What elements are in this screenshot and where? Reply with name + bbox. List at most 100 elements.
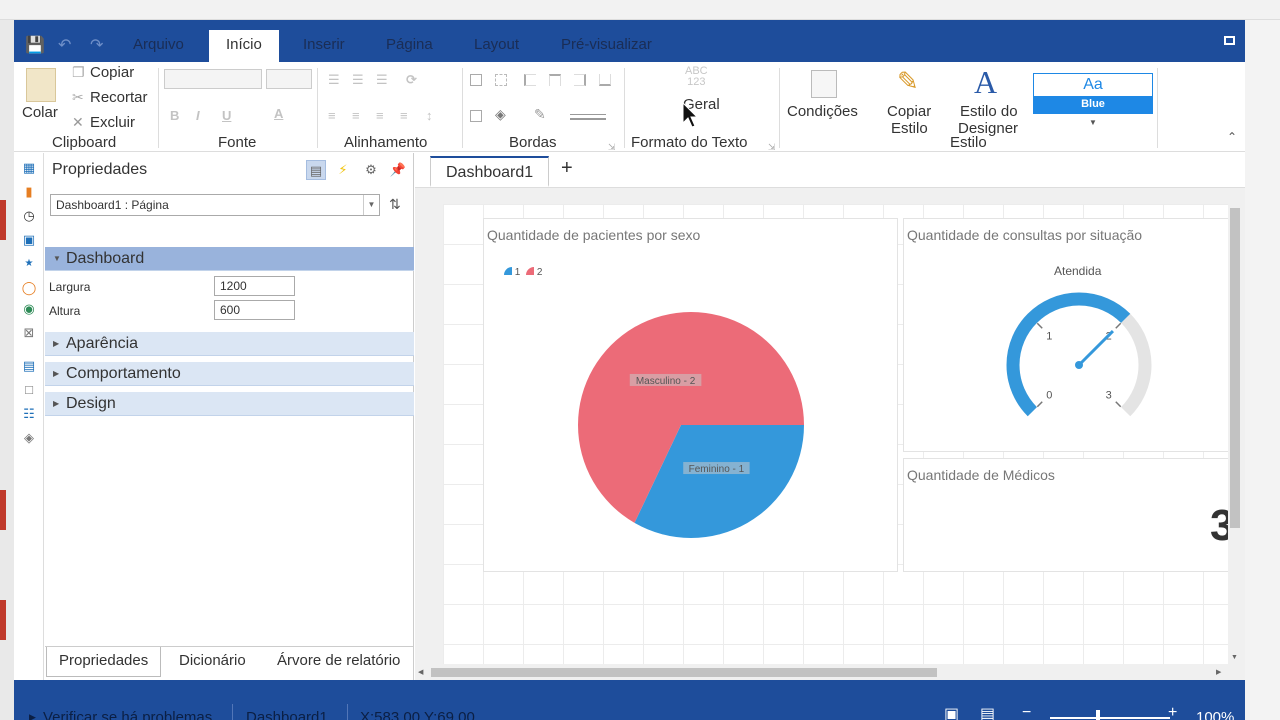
indicator-icon[interactable]: ★ — [21, 256, 37, 272]
tab-dicionario[interactable]: Dicionário — [167, 647, 258, 677]
align-left-icon[interactable]: ≡ — [328, 108, 336, 123]
font-size-select[interactable] — [266, 69, 312, 89]
copy-style-button[interactable]: Copiar — [887, 103, 931, 120]
redo-icon[interactable]: ↷ — [90, 35, 103, 55]
panel-icon[interactable]: □ — [21, 382, 37, 398]
sort-az-icon[interactable]: ⇅ — [389, 196, 401, 213]
cut-button[interactable]: Recortar — [90, 89, 148, 106]
properties-view-icon[interactable]: ▤ — [306, 160, 326, 180]
scroll-right-icon[interactable]: ▶ — [1216, 668, 1221, 676]
border-settings-icon[interactable] — [470, 110, 482, 122]
font-color-icon[interactable]: A — [274, 106, 283, 121]
check-issues-button[interactable]: Verificar se há problemas — [43, 709, 212, 720]
border-color-icon[interactable]: ✎ — [534, 106, 546, 123]
save-icon[interactable]: 💾 — [25, 35, 45, 55]
fit-page-icon[interactable]: ▣ — [944, 704, 959, 720]
settings-gear-icon[interactable]: ⚙ — [361, 160, 381, 180]
tab-arvore-relatorio[interactable]: Árvore de relatório — [265, 647, 412, 677]
delete-button[interactable]: Excluir — [90, 114, 135, 131]
style-gallery-dropdown-icon[interactable]: ▼ — [1089, 118, 1097, 127]
tab-inserir[interactable]: Inserir — [286, 30, 362, 62]
height-field[interactable]: 600 — [214, 300, 295, 320]
border-all-icon[interactable] — [470, 74, 482, 86]
border-left-icon[interactable] — [524, 74, 536, 86]
table-icon[interactable]: ▦ — [21, 160, 37, 176]
justify-icon[interactable]: ≡ — [400, 108, 408, 123]
gauge-icon[interactable]: ◷ — [21, 208, 37, 224]
dashboard-page[interactable]: Quantidade de pacientes por sexo 1 2 Fem… — [443, 204, 1233, 664]
zoom-slider-handle[interactable] — [1096, 710, 1100, 720]
bold-icon[interactable]: B — [170, 108, 179, 123]
align-bottom-icon[interactable]: ☰ — [376, 72, 388, 88]
fit-width-icon[interactable]: ▤ — [980, 704, 995, 720]
pivot-icon[interactable]: ▣ — [21, 232, 37, 248]
border-style-icon[interactable] — [570, 114, 606, 120]
rotate-icon[interactable]: ⟳ — [406, 72, 417, 88]
conditions-button[interactable]: Condições — [787, 103, 858, 120]
collapse-ribbon-icon[interactable]: ⌃ — [1227, 130, 1237, 144]
caret-right-icon: ▶ — [53, 339, 60, 348]
border-none-icon[interactable] — [495, 74, 507, 86]
section-design[interactable]: ▶ Design — [45, 392, 414, 416]
doctors-count-panel[interactable]: Quantidade de Médicos 3 — [903, 458, 1233, 572]
border-bottom-icon[interactable] — [599, 74, 611, 86]
vertical-scroll-thumb[interactable] — [1230, 208, 1240, 528]
component-selector[interactable]: Dashboard1 : Página ▼ — [50, 194, 380, 216]
gauge-panel[interactable]: Quantidade de consultas por situação Ate… — [903, 218, 1233, 452]
zoom-slider-track[interactable] — [1050, 717, 1170, 719]
section-comportamento[interactable]: ▶ Comportamento — [45, 362, 414, 386]
style-preview-tile[interactable]: Aa Blue — [1033, 73, 1153, 114]
section-aparencia[interactable]: ▶ Aparência — [45, 332, 414, 356]
scroll-down-icon[interactable]: ▼ — [1231, 654, 1238, 661]
zoom-out-button[interactable]: − — [1022, 704, 1031, 720]
paste-button[interactable]: Colar — [22, 104, 58, 121]
text-format-launcher-icon[interactable]: ⇲ — [768, 142, 776, 153]
horizontal-scrollbar[interactable]: ◀ ▶ — [415, 664, 1228, 680]
tab-arquivo[interactable]: Arquivo — [116, 30, 201, 62]
add-page-button[interactable]: + — [561, 157, 573, 180]
copy-button[interactable]: Copiar — [90, 64, 134, 81]
width-field[interactable]: 1200 — [214, 276, 295, 296]
italic-icon[interactable]: I — [196, 108, 200, 123]
tab-dashboard1[interactable]: Dashboard1 — [430, 156, 550, 187]
line-spacing-icon[interactable]: ↕ — [426, 108, 433, 123]
tab-pagina[interactable]: Página — [369, 30, 450, 62]
tab-propriedades[interactable]: Propriedades — [46, 647, 162, 677]
tab-pre-visualizar[interactable]: Pré-visualizar — [544, 30, 669, 62]
horizontal-scroll-thumb[interactable] — [431, 668, 937, 677]
restore-window-icon[interactable] — [1224, 36, 1235, 45]
filter-icon[interactable]: ⊠ — [21, 325, 37, 341]
copy-style-button-line2[interactable]: Estilo — [891, 120, 928, 137]
tab-inicio[interactable]: Início — [209, 30, 279, 62]
map-icon[interactable]: ◉ — [21, 301, 37, 317]
paste-icon[interactable] — [26, 68, 56, 102]
desktop-right-edge — [1245, 20, 1280, 720]
progress-icon[interactable]: ◯ — [21, 280, 37, 296]
align-right-icon[interactable]: ≡ — [376, 108, 384, 123]
pie-chart-panel[interactable]: Quantidade de pacientes por sexo 1 2 Fem… — [483, 218, 898, 572]
title-bar: 💾 ↶ ↷ Arquivo Início Inserir Página Layo… — [14, 20, 1245, 62]
pin-icon[interactable]: 📌 — [388, 160, 408, 180]
section-dashboard[interactable]: ▼ Dashboard — [45, 247, 414, 271]
chevron-down-icon[interactable]: ▼ — [363, 195, 379, 215]
image-icon[interactable]: ▤ — [21, 358, 37, 374]
border-right-icon[interactable] — [574, 74, 586, 86]
font-family-select[interactable] — [164, 69, 262, 89]
tab-layout[interactable]: Layout — [457, 30, 536, 62]
align-middle-icon[interactable]: ☰ — [352, 72, 364, 88]
border-top-icon[interactable] — [549, 74, 561, 86]
fill-color-icon[interactable]: ◈ — [495, 106, 506, 123]
chart-icon[interactable]: ▮ — [21, 184, 37, 200]
scroll-left-icon[interactable]: ◀ — [418, 668, 423, 676]
undo-icon[interactable]: ↶ — [58, 35, 71, 55]
borders-launcher-icon[interactable]: ⇲ — [608, 142, 616, 153]
align-center-icon[interactable]: ≡ — [352, 108, 360, 123]
shapes-icon[interactable]: ◈ — [21, 430, 37, 446]
zoom-in-button[interactable]: + — [1168, 704, 1177, 720]
designer-style-button[interactable]: Estilo do — [960, 103, 1018, 120]
vertical-scrollbar[interactable]: ▼ — [1228, 204, 1242, 664]
underline-icon[interactable]: U — [222, 108, 231, 123]
align-top-icon[interactable]: ☰ — [328, 72, 340, 88]
events-icon[interactable]: ⚡ — [333, 160, 353, 180]
text-icon[interactable]: ☷ — [21, 406, 37, 422]
